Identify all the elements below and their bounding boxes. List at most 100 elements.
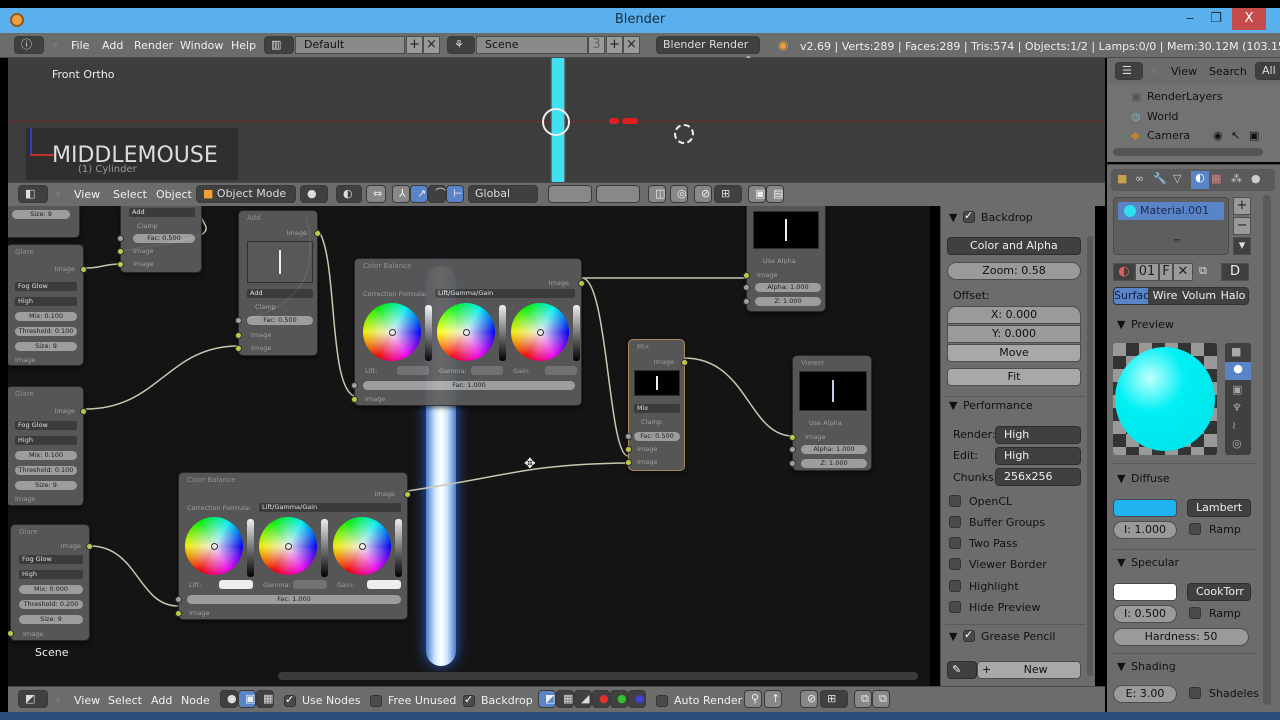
layers-grid-2[interactable] [596, 185, 640, 203]
gain-color-wheel[interactable] [511, 303, 569, 361]
output-socket[interactable] [578, 280, 585, 287]
pencil-icon[interactable]: ✎ [947, 661, 977, 679]
snap-element-dropdown[interactable]: ⊞ [820, 690, 848, 708]
diffuse-ramp-checkbox[interactable] [1189, 523, 1201, 535]
mix-field[interactable]: Mix: 0.000 [19, 585, 83, 594]
node-editor[interactable]: Size: 9 Glare Image Fog Glow High Mix: 0… [8, 206, 930, 686]
fac-socket[interactable] [175, 596, 182, 603]
alpha-field[interactable]: Alpha: 1.000 [801, 445, 867, 454]
link-data-dropdown[interactable]: D [1221, 263, 1249, 281]
menu-object[interactable]: Object [156, 188, 192, 201]
lock-layers-icon[interactable]: ◫ [648, 185, 666, 203]
fac-field[interactable]: Fac: 1.000 [363, 381, 575, 390]
quality-dropdown[interactable]: High [15, 436, 77, 445]
viewer-node[interactable]: Viewer Use Alpha Image Alpha: 1.000 Z: 1… [789, 355, 872, 471]
glare-type-dropdown[interactable]: Fog Glow [19, 555, 83, 564]
size-field[interactable]: Size: 9 [15, 481, 77, 490]
grease-pencil-checkbox[interactable] [963, 628, 975, 642]
glare-node-2[interactable]: Glare Image Fog Glow High Mix: 0.100 Thr… [8, 386, 87, 506]
texture-tab-icon[interactable]: ▦ [1211, 172, 1221, 185]
preview-sky-icon[interactable]: ◎ [1232, 437, 1242, 450]
fac-field[interactable]: Fac: 1.000 [187, 595, 401, 604]
viewer-border-checkbox[interactable] [949, 558, 961, 570]
screen-layout-icon[interactable]: ▥ [264, 36, 294, 54]
alpha-socket[interactable] [789, 446, 796, 453]
menu-view[interactable]: View [1171, 65, 1197, 78]
threshold-field[interactable]: Threshold: 0.100 [15, 327, 77, 336]
tab-wire[interactable]: Wire [1148, 288, 1182, 304]
preview-flat-icon[interactable]: ■ [1231, 345, 1241, 358]
blend-type-dropdown[interactable]: Add [247, 289, 313, 298]
offset-x-field[interactable]: X: 0.000 [947, 306, 1081, 324]
proportional-edit-icon[interactable]: ⊘ [694, 185, 712, 203]
color-balance-node-2[interactable]: Color Balance Image Correction Formula: … [175, 472, 411, 620]
fac-socket[interactable] [117, 235, 124, 242]
opengl-render-anim-icon[interactable]: ▤ [766, 185, 784, 203]
quality-dropdown[interactable]: High [15, 297, 77, 306]
material-browse-icon[interactable]: ◐ [1113, 263, 1135, 281]
input-socket[interactable] [117, 261, 124, 268]
output-socket[interactable] [404, 491, 411, 498]
menu-add[interactable]: Add [102, 39, 123, 52]
input-socket[interactable] [175, 610, 182, 617]
gain-value-slider[interactable] [573, 305, 580, 361]
output-socket[interactable] [86, 543, 93, 550]
expand-arrow-icon[interactable]: ▼ [949, 399, 957, 412]
panel-scrollbar[interactable] [1087, 236, 1093, 676]
outliner-item-camera[interactable]: ◆ Camera ◉ ↖ ▣ [1117, 127, 1267, 145]
add-node-1[interactable]: Add Clamp Fac: 0.500 Image Image [117, 206, 202, 273]
scale-icon[interactable]: ⊢ [446, 185, 464, 203]
preview-sphere-icon[interactable]: ● [1225, 362, 1251, 380]
gain-color-swatch[interactable] [367, 580, 401, 589]
menu-view[interactable]: View [74, 694, 100, 707]
display-filter-dropdown[interactable]: All [1255, 62, 1280, 80]
red-channel-icon[interactable]: ● [592, 690, 610, 708]
pivot-point-dropdown[interactable]: ◐ [336, 185, 362, 203]
z-field[interactable]: Z: 1.000 [755, 297, 821, 306]
size-field[interactable]: Size: 9 [15, 342, 77, 351]
menu-help[interactable]: Help [231, 39, 256, 52]
lift-value-slider[interactable] [247, 519, 254, 577]
texture-nodes-icon[interactable]: ▦ [256, 690, 274, 708]
fac-field[interactable]: Fac: 0.500 [247, 316, 313, 325]
add-slot-button[interactable]: + [1233, 197, 1251, 215]
mix-field[interactable]: Mix: 0.100 [15, 451, 77, 460]
backdrop-channels-dropdown[interactable]: Color and Alpha [947, 237, 1081, 255]
add-scene-button[interactable]: + [606, 36, 623, 54]
gain-color-swatch[interactable] [545, 366, 577, 375]
delete-scene-button[interactable]: × [623, 36, 640, 54]
menu-render[interactable]: Render [134, 39, 173, 52]
info-editor-type-icon[interactable]: ⓘ [14, 36, 44, 54]
specular-ramp-checkbox[interactable] [1189, 607, 1201, 619]
diffuse-shader-dropdown[interactable]: Lambert [1187, 499, 1251, 517]
zoom-field[interactable]: Zoom: 0.58 [947, 262, 1081, 280]
backdrop-alpha-icon[interactable]: ◢ [574, 690, 592, 708]
object-tab-icon[interactable]: ■ [1117, 172, 1127, 185]
tab-surface[interactable]: Surfac [1114, 288, 1149, 304]
copy-nodes-icon[interactable]: ⧉ [854, 690, 872, 708]
clamp-checkbox[interactable]: Clamp [255, 303, 276, 311]
pin-icon[interactable]: ⚲ [744, 690, 762, 708]
use-nodes-checkbox[interactable] [284, 693, 296, 707]
input-socket[interactable] [743, 272, 750, 279]
3d-viewport[interactable]: Front Ortho (1) Cylinder MIDDLEMOUSE [8, 58, 1105, 182]
scene-field[interactable]: Scene [476, 36, 588, 54]
gamma-color-swatch[interactable] [471, 366, 503, 375]
transform-orientation-dropdown[interactable]: Global [468, 185, 538, 203]
lift-color-swatch[interactable] [219, 580, 253, 589]
output-socket[interactable] [314, 230, 321, 237]
scene-icon[interactable]: ⚘ [447, 36, 475, 54]
backdrop-color-icon[interactable]: ▦ [556, 690, 574, 708]
gain-color-wheel[interactable] [333, 517, 391, 575]
menu-select[interactable]: Select [113, 188, 147, 201]
input-socket[interactable] [625, 459, 632, 466]
material-users-count[interactable]: 01 [1135, 263, 1159, 281]
backdrop-color-alpha-icon[interactable]: ◩ [538, 690, 556, 708]
backdrop-checkbox[interactable] [963, 209, 975, 223]
fac-socket[interactable] [351, 382, 358, 389]
material-slot-item[interactable]: Material.001 [1118, 202, 1224, 220]
physics-tab-icon[interactable]: ● [1251, 172, 1261, 185]
screen-layout-field[interactable]: Default [295, 36, 405, 54]
object-origin-widget[interactable] [542, 108, 570, 136]
fit-button[interactable]: Fit [947, 368, 1081, 386]
